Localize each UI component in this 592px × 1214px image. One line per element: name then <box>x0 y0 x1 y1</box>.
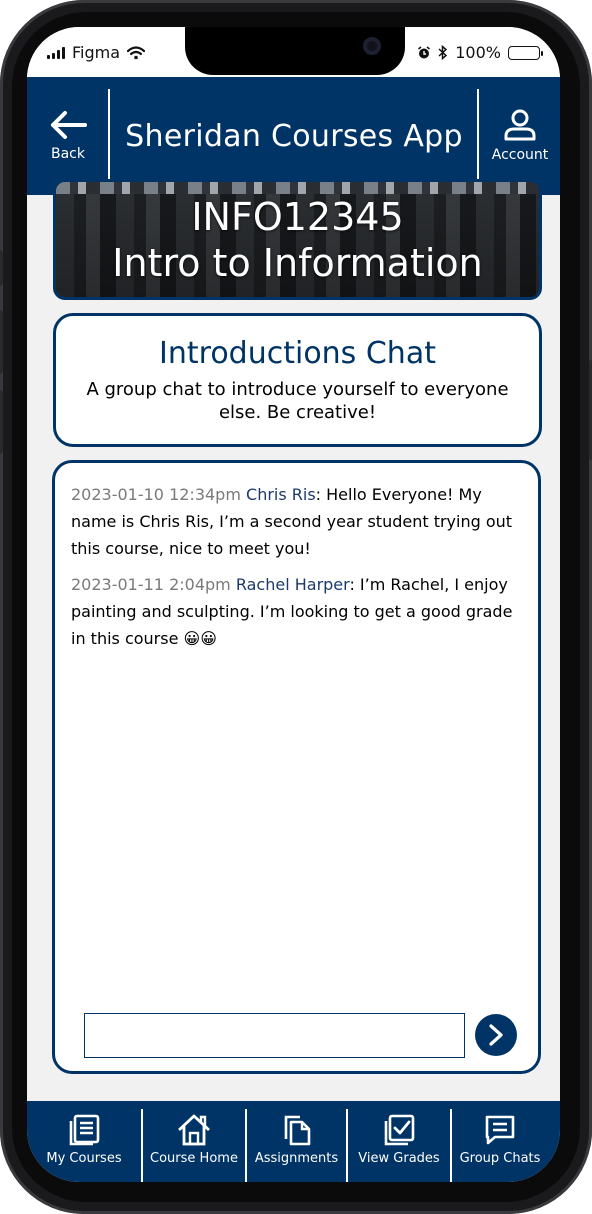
message-author: Chris Ris <box>246 485 316 504</box>
nav-label: Course Home <box>150 1151 238 1166</box>
message-timestamp: 2023-01-11 2:04pm <box>71 575 231 594</box>
status-right: 100% <box>417 43 543 62</box>
wifi-icon <box>127 45 146 59</box>
battery-percent: 100% <box>455 43 501 62</box>
chat-title: Introductions Chat <box>159 336 436 371</box>
back-button[interactable]: Back <box>27 77 109 195</box>
chat-description: A group chat to introduce yourself to ev… <box>86 379 509 423</box>
nav-item-group-chats[interactable]: Group Chats <box>452 1101 548 1182</box>
message-list[interactable]: 2023-01-10 12:34pm Chris Ris: Hello Ever… <box>71 481 521 661</box>
course-code: INFO12345 <box>191 194 404 239</box>
chat-panel: 2023-01-10 12:34pm Chris Ris: Hello Ever… <box>52 460 541 1074</box>
nav-label: Group Chats <box>459 1151 541 1166</box>
home-icon <box>178 1114 210 1146</box>
send-button[interactable] <box>475 1014 517 1056</box>
nav-label: View Grades <box>358 1151 440 1166</box>
back-label: Back <box>51 146 85 162</box>
alarm-icon <box>418 45 431 58</box>
message-input[interactable] <box>84 1013 465 1058</box>
course-name: Intro to Information <box>112 240 483 285</box>
signal-icon <box>47 46 65 59</box>
nav-item-my-courses[interactable]: My Courses <box>27 1101 141 1182</box>
course-banner-text: INFO12345 Intro to Information <box>56 182 539 297</box>
nav-label: My Courses <box>46 1151 122 1166</box>
camera-icon <box>363 37 381 55</box>
account-button[interactable]: Account <box>480 77 560 195</box>
chat-message: 2023-01-11 2:04pm Rachel Harper: I’m Rac… <box>71 571 521 652</box>
status-left: Figma <box>47 43 146 62</box>
nav-item-view-grades[interactable]: View Grades <box>348 1101 450 1182</box>
account-label: Account <box>491 147 549 163</box>
nav-item-assignments[interactable]: Assignments <box>247 1101 346 1182</box>
battery-icon <box>508 45 543 60</box>
phone-frame: Figma 100% Back Sheridan Courses App Acc… <box>0 0 592 1214</box>
grades-icon <box>384 1114 415 1146</box>
account-icon <box>504 109 536 141</box>
header-divider <box>477 89 479 183</box>
screen: Figma 100% Back Sheridan Courses App Acc… <box>27 27 560 1182</box>
back-arrow-icon <box>51 111 87 139</box>
volume-down-button <box>0 390 3 454</box>
mute-switch <box>0 250 3 286</box>
chevron-right-icon <box>489 1024 503 1046</box>
notch <box>185 27 405 75</box>
assignments-icon <box>284 1115 310 1146</box>
message-timestamp: 2023-01-10 12:34pm <box>71 485 241 504</box>
app-title: Sheridan Courses App <box>125 118 463 154</box>
volume-up-button <box>0 310 3 374</box>
carrier-name: Figma <box>72 43 121 62</box>
bluetooth-icon <box>438 45 448 60</box>
chat-icon <box>485 1115 515 1145</box>
header-divider <box>108 89 110 183</box>
message-author: Rachel Harper <box>235 575 350 594</box>
status-bar: Figma 100% <box>27 27 560 77</box>
chat-info-card: Introductions Chat A group chat to intro… <box>53 313 542 447</box>
course-banner: INFO12345 Intro to Information <box>53 179 542 300</box>
app-header: Back Sheridan Courses App Account <box>27 77 560 195</box>
nav-item-course-home[interactable]: Course Home <box>143 1101 245 1182</box>
courses-icon <box>69 1114 100 1146</box>
chat-message: 2023-01-10 12:34pm Chris Ris: Hello Ever… <box>71 481 521 562</box>
nav-label: Assignments <box>254 1151 339 1166</box>
bottom-nav: My Courses Course Home Assignments View … <box>27 1101 560 1182</box>
